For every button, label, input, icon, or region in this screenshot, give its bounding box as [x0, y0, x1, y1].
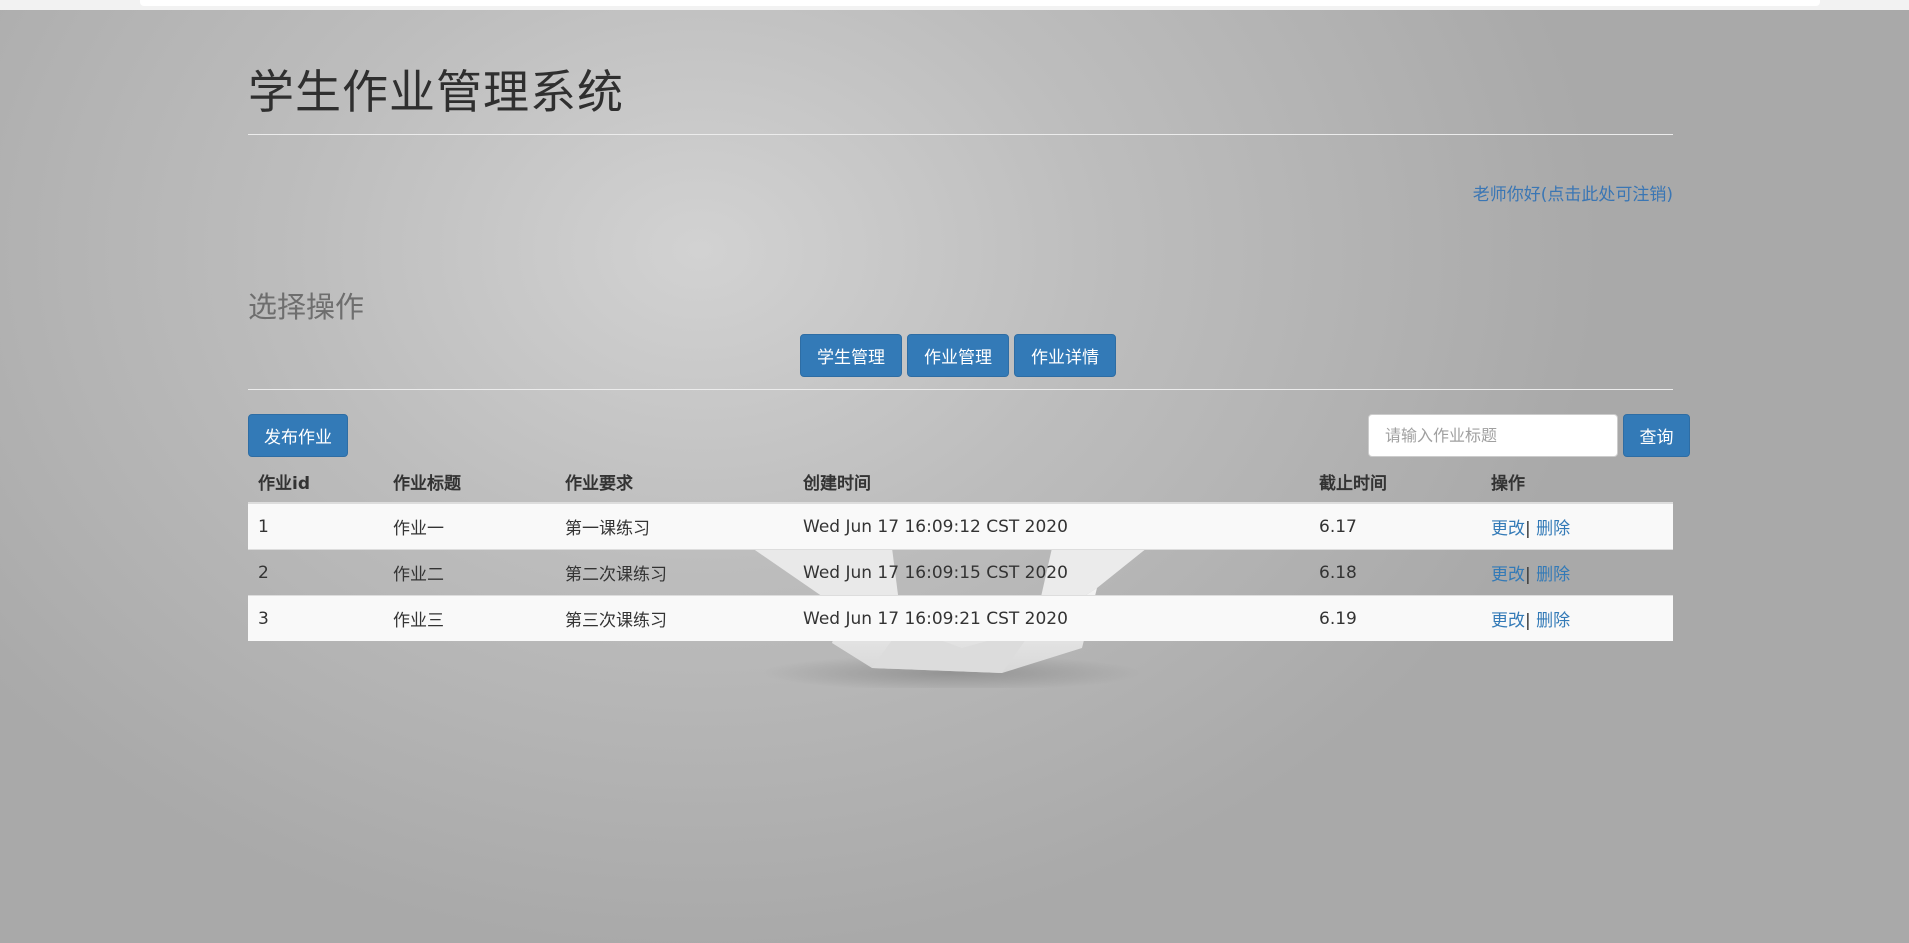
browser-top-strip: [0, 0, 1909, 10]
homework-table: 作业id 作业标题 作业要求 创建时间 截止时间 操作 1 作业一 第一课练习 …: [248, 460, 1673, 641]
action-separator: |: [1525, 565, 1531, 585]
cell-created: Wed Jun 17 16:09:12 CST 2020: [793, 502, 1309, 550]
table-row: 2 作业二 第二次课练习 Wed Jun 17 16:09:15 CST 202…: [248, 549, 1673, 596]
action-separator: |: [1525, 519, 1531, 539]
table-row: 3 作业三 第三次课练习 Wed Jun 17 16:09:21 CST 202…: [248, 595, 1673, 641]
publish-homework-button[interactable]: 发布作业: [248, 414, 348, 457]
table-row: 1 作业一 第一课练习 Wed Jun 17 16:09:12 CST 2020…: [248, 502, 1673, 550]
column-header-deadline: 截止时间: [1309, 460, 1481, 504]
cell-id: 2: [248, 549, 383, 596]
page-title: 学生作业管理系统: [248, 65, 624, 119]
cell-id: 3: [248, 595, 383, 641]
column-header-actions: 操作: [1481, 460, 1673, 504]
cell-requirement: 第二次课练习: [555, 549, 793, 596]
browser-top-strip-inner: [140, 0, 1820, 6]
cell-actions: 更改| 删除: [1481, 549, 1673, 596]
nav-divider: [248, 389, 1673, 390]
title-divider: [248, 134, 1673, 135]
column-header-title: 作业标题: [383, 460, 555, 504]
cell-requirement: 第一课练习: [555, 502, 793, 550]
logout-link[interactable]: 老师你好(点击此处可注销): [1473, 180, 1673, 205]
delete-link[interactable]: 删除: [1536, 519, 1570, 539]
cell-title: 作业一: [383, 502, 555, 550]
edit-link[interactable]: 更改: [1491, 565, 1525, 585]
cell-created: Wed Jun 17 16:09:15 CST 2020: [793, 549, 1309, 596]
column-header-requirement: 作业要求: [555, 460, 793, 504]
action-separator: |: [1525, 611, 1531, 631]
cell-deadline: 6.19: [1309, 595, 1481, 641]
delete-link[interactable]: 删除: [1536, 611, 1570, 631]
column-header-created: 创建时间: [793, 460, 1309, 504]
cell-deadline: 6.17: [1309, 502, 1481, 550]
search-button[interactable]: 查询: [1623, 414, 1690, 457]
cell-actions: 更改| 删除: [1481, 595, 1673, 641]
homework-details-button[interactable]: 作业详情: [1014, 334, 1116, 377]
nav-button-group: 学生管理 作业管理 作业详情: [800, 334, 1116, 377]
cell-id: 1: [248, 502, 383, 550]
section-title: 选择操作: [248, 290, 365, 324]
edit-link[interactable]: 更改: [1491, 611, 1525, 631]
cell-requirement: 第三次课练习: [555, 595, 793, 641]
search-input[interactable]: [1368, 414, 1618, 457]
homework-management-button[interactable]: 作业管理: [907, 334, 1009, 377]
edit-link[interactable]: 更改: [1491, 519, 1525, 539]
cell-title: 作业三: [383, 595, 555, 641]
cell-deadline: 6.18: [1309, 549, 1481, 596]
cell-created: Wed Jun 17 16:09:21 CST 2020: [793, 595, 1309, 641]
column-header-id: 作业id: [248, 460, 383, 504]
table-header-row: 作业id 作业标题 作业要求 创建时间 截止时间 操作: [248, 460, 1673, 504]
cell-actions: 更改| 删除: [1481, 502, 1673, 550]
cell-title: 作业二: [383, 549, 555, 596]
delete-link[interactable]: 删除: [1536, 565, 1570, 585]
student-management-button[interactable]: 学生管理: [800, 334, 902, 377]
